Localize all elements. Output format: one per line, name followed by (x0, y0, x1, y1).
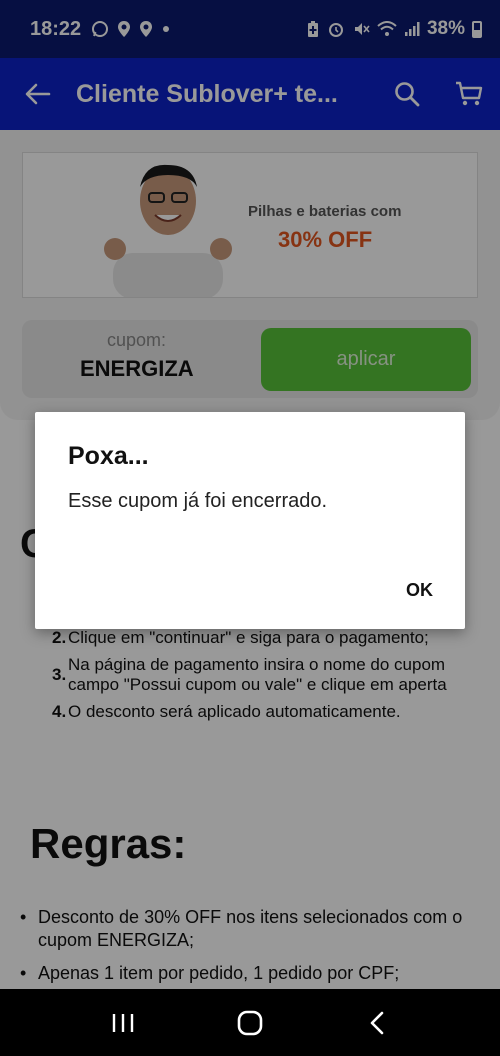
back-nav-button[interactable] (347, 998, 407, 1048)
alert-dialog: Poxa... Esse cupom já foi encerrado. OK (35, 412, 465, 629)
system-nav-bar (0, 989, 500, 1056)
dialog-message: Esse cupom já foi encerrado. (68, 490, 328, 512)
recents-button[interactable] (93, 998, 153, 1048)
dialog-title: Poxa... (68, 442, 149, 470)
ok-button[interactable]: OK (406, 580, 433, 601)
chevron-left-icon (370, 1011, 383, 1034)
home-button[interactable] (220, 998, 280, 1048)
recents-icon (113, 1013, 134, 1032)
home-icon (237, 1010, 263, 1035)
